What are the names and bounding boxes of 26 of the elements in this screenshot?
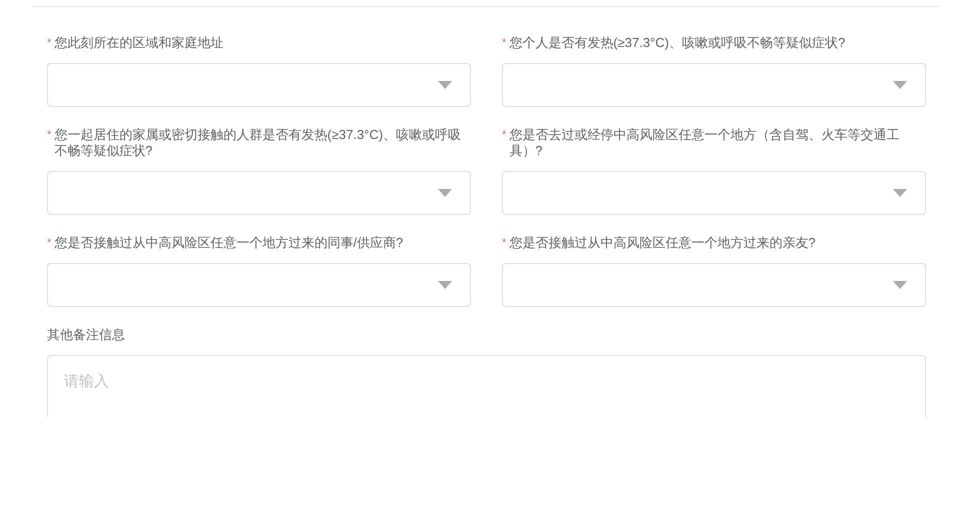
field-label: 您一起居住的家属或密切接触的人群是否有发热(≥37.3°C)、咳嗽或呼吸不畅等疑似症状? (54, 127, 462, 159)
required-asterisk: * (502, 36, 506, 51)
field-label: 您个人是否有发热(≥37.3°C)、咳嗽或呼吸不畅等疑似症状? (509, 35, 846, 51)
caret-down-icon (438, 189, 452, 197)
remarks-textarea[interactable]: 请输入 (47, 355, 926, 417)
caret-down-icon (893, 281, 907, 289)
caret-down-icon (893, 81, 907, 89)
field-label: 您是否接触过从中高风险区任意一个地方过来的亲友? (509, 235, 816, 251)
select-field[interactable] (47, 171, 471, 215)
required-asterisk: * (47, 236, 52, 251)
required-asterisk: * (502, 128, 506, 143)
select-field[interactable] (502, 171, 926, 215)
caret-down-icon (438, 81, 452, 89)
field-label: 您此刻所在的区域和家庭地址 (54, 35, 224, 51)
select-field[interactable] (502, 63, 926, 107)
select-field[interactable] (47, 63, 471, 107)
field-label: 您是否去过或经停中高风险区任意一个地方（含自驾、火车等交通工具）? (509, 127, 900, 159)
field-label: 其他备注信息 (47, 327, 125, 343)
caret-down-icon (893, 189, 907, 197)
field-label: 您是否接触过从中高风险区任意一个地方过来的同事/供应商? (54, 235, 404, 251)
select-field[interactable] (502, 263, 926, 307)
required-asterisk: * (502, 236, 506, 251)
select-field[interactable] (47, 263, 471, 307)
caret-down-icon (438, 281, 452, 289)
required-asterisk: * (47, 36, 52, 51)
required-asterisk: * (47, 128, 52, 143)
